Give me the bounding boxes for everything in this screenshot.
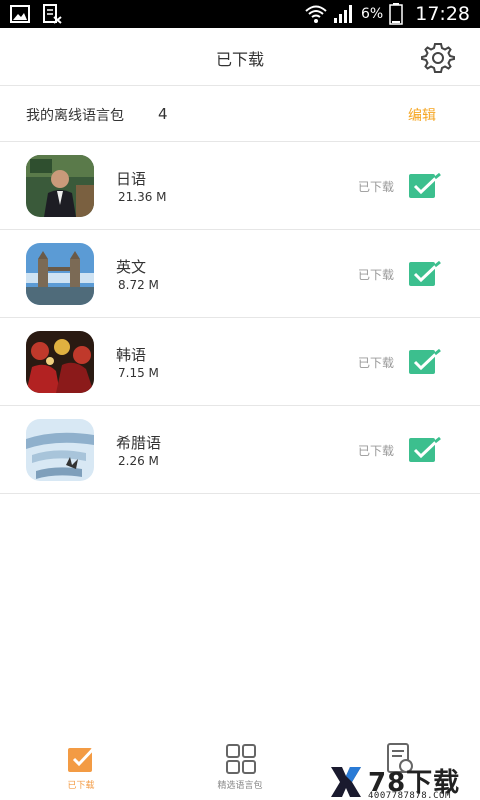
edit-button[interactable]: 编辑 — [408, 105, 436, 125]
korean-thumbnail-image — [26, 331, 94, 393]
file-notification-icon — [43, 4, 62, 24]
app-header: 已下载 — [0, 28, 480, 86]
grid-apps-icon — [226, 744, 256, 774]
tab-label: 已下载 — [67, 781, 95, 791]
download-status: 已下载 — [358, 180, 395, 194]
download-status: 已下载 — [358, 356, 395, 370]
gallery-notification-icon — [10, 5, 30, 23]
list-item-korean[interactable]: 韩语 7.15 M 已下载 — [0, 318, 480, 406]
pack-name: 希腊语 — [116, 434, 162, 452]
watermark-url: 4007787878.COM — [368, 791, 451, 800]
list-item-english[interactable]: 英文 8.72 M 已下载 — [0, 230, 480, 318]
battery-percent: 6% — [361, 6, 384, 22]
wifi-icon — [305, 5, 327, 23]
clock: 17:28 — [415, 3, 470, 25]
tab-downloaded[interactable]: 已下载 — [36, 742, 126, 798]
download-status: 已下载 — [358, 268, 395, 282]
site-watermark: 78下载 4007787878.COM — [326, 764, 476, 800]
japanese-thumbnail-image — [26, 155, 94, 217]
list-item-greek[interactable]: 希腊语 2.26 M 已下载 — [0, 406, 480, 494]
english-thumbnail-image — [26, 243, 94, 305]
pack-size: 8.72 M — [118, 278, 159, 292]
checkbox-checked-icon[interactable] — [409, 348, 441, 376]
list-item-japanese[interactable]: 日语 21.36 M 已下载 — [0, 142, 480, 230]
page-title: 已下载 — [215, 50, 264, 69]
pack-size: 2.26 M — [118, 454, 159, 468]
tab-featured-packs[interactable]: 精选语言包 — [195, 742, 285, 798]
signal-icon — [334, 5, 353, 23]
pack-name: 英文 — [116, 258, 147, 276]
settings-gear-icon[interactable] — [420, 40, 456, 76]
checkbox-checked-icon[interactable] — [409, 436, 441, 464]
x-logo-icon — [331, 767, 361, 797]
greek-thumbnail-image — [26, 419, 94, 481]
pack-name: 日语 — [116, 170, 147, 188]
tab-label: 精选语言包 — [217, 781, 263, 791]
downloaded-tab-icon — [68, 744, 98, 772]
download-status: 已下载 — [358, 444, 395, 458]
language-pack-list: 日语 21.36 M 已下载 英文 8.72 M 已下载 韩语 7.15 M 已… — [0, 142, 480, 494]
checkbox-checked-icon[interactable] — [409, 172, 441, 200]
offline-packs-summary: 我的离线语言包 4 编辑 — [0, 86, 480, 142]
pack-count: 4 — [158, 105, 168, 123]
pack-size: 7.15 M — [118, 366, 159, 380]
pack-name: 韩语 — [116, 346, 147, 364]
summary-label: 我的离线语言包 — [26, 108, 124, 124]
status-bar: 6% 17:28 — [0, 0, 480, 28]
checkbox-checked-icon[interactable] — [409, 260, 441, 288]
battery-icon — [389, 3, 403, 25]
pack-size: 21.36 M — [118, 190, 167, 204]
